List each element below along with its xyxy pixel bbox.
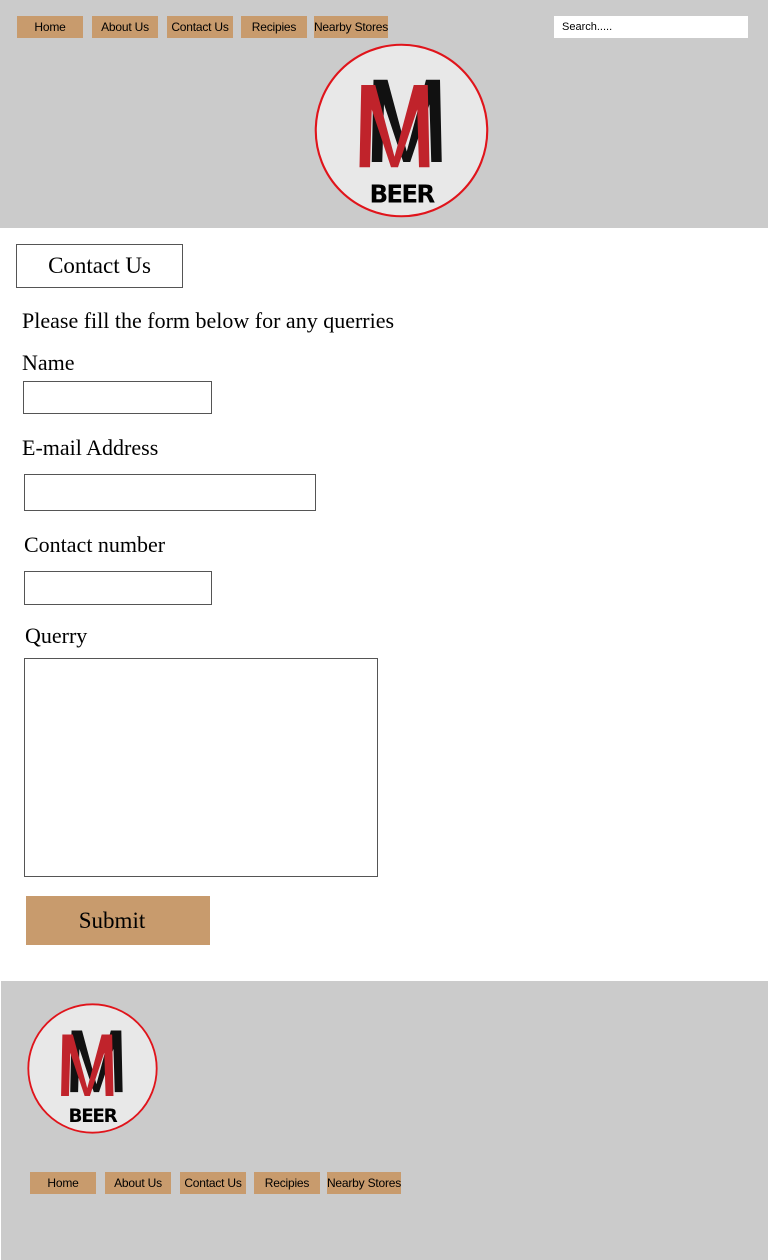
nav-home[interactable]: Home [17,16,83,38]
nav-contact-us[interactable]: Contact Us [167,16,233,38]
name-label: Name [22,350,75,375]
logo-beer-text: BEER [369,179,435,208]
header: Home About Us Contact Us Recipies Nearby… [0,0,768,228]
nav-nearby-stores[interactable]: Nearby Stores [314,16,388,38]
contact-number-field[interactable] [24,571,212,605]
querry-label: Querry [25,623,88,648]
footer-nav-contact-us[interactable]: Contact Us [180,1172,246,1194]
page-title: Contact Us [16,244,183,288]
brand-logo[interactable]: BEER [314,43,489,218]
footer-nav-home[interactable]: Home [30,1172,96,1194]
name-field[interactable] [23,381,212,414]
submit-button[interactable]: Submit [26,896,210,945]
footer-brand-logo[interactable]: BEER [27,1003,158,1134]
footer-nav-about-us[interactable]: About Us [105,1172,171,1194]
footer-nav-nearby-stores[interactable]: Nearby Stores [327,1172,401,1194]
footer: BEER Home About Us Contact Us Recipies N… [1,981,768,1260]
email-field[interactable] [24,474,316,511]
nav-about-us[interactable]: About Us [92,16,158,38]
search-input[interactable] [554,16,748,38]
email-label: E-mail Address [22,435,159,460]
footer-logo-beer-text: BEER [69,1106,118,1127]
form-intro-text: Please fill the form below for any querr… [22,308,395,333]
footer-nav-recipies[interactable]: Recipies [254,1172,320,1194]
querry-textarea[interactable] [24,658,378,877]
contact-number-label: Contact number [24,532,166,557]
nav-recipies[interactable]: Recipies [241,16,307,38]
